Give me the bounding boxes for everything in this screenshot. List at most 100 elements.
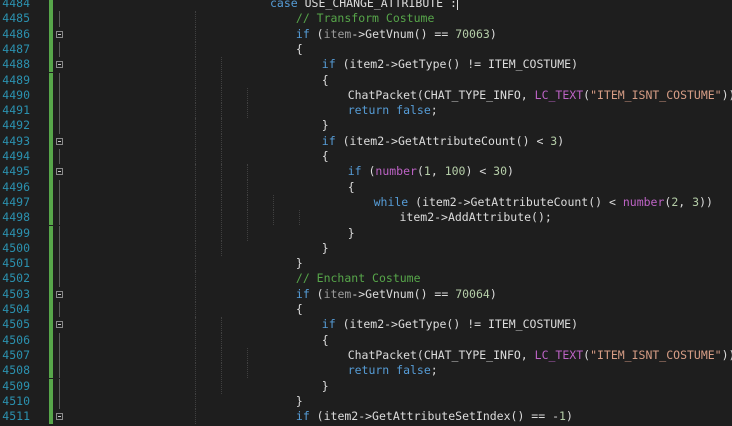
code-line[interactable]: 4487 { [0, 41, 732, 58]
code-line[interactable]: 4501} [0, 256, 732, 272]
code-token: return [347, 363, 397, 378]
line-number: 4508 [2, 363, 30, 378]
indent-guide [195, 225, 196, 241]
code-token: false [396, 103, 431, 118]
code-text[interactable]: return false; [348, 103, 438, 118]
code-text[interactable]: if (item->GetVnum() == 70063) [296, 27, 497, 42]
code-line[interactable]: 4506 { [0, 332, 732, 348]
code-text[interactable]: } [296, 394, 303, 409]
code-token: { [321, 149, 329, 163]
collapse-icon[interactable] [56, 321, 63, 329]
code-line[interactable]: 4508 return false; [0, 363, 732, 379]
code-line[interactable]: 4504 { [0, 302, 732, 318]
code-line[interactable]: 4486 if (item->GetVnum() == 70063) [0, 26, 732, 42]
code-text[interactable]: // Transform Costume [296, 11, 434, 26]
code-text[interactable]: { [322, 149, 329, 164]
indent-guide [220, 87, 222, 104]
code-text[interactable]: } [322, 379, 329, 394]
code-line[interactable]: 4492} [0, 118, 732, 134]
indent-guide [195, 393, 196, 410]
fold-guide-line [59, 302, 60, 318]
code-token: ) [507, 164, 514, 179]
change-indicator [49, 41, 53, 58]
indent-guide [220, 118, 222, 134]
code-token: ) < [465, 164, 494, 179]
code-text[interactable]: if (item2->GetAttributeSetIndex() == -1) [296, 409, 573, 424]
collapse-icon[interactable] [56, 30, 63, 38]
code-token: CHAT_TYPE_INFO [423, 87, 521, 102]
code-text[interactable]: if (item->GetVnum() == 70064) [296, 287, 497, 302]
code-text[interactable]: { [322, 73, 329, 88]
fold-guide-line [59, 393, 60, 410]
code-line[interactable]: 4505 if (item2->GetType() != ITEM_COSTUME… [0, 317, 732, 333]
indent-guide [195, 72, 196, 88]
indent-guide [195, 332, 196, 348]
code-text[interactable]: if (item2->GetType() != ITEM_COSTUME) [322, 57, 578, 72]
code-line[interactable]: 4494 { [0, 149, 732, 165]
indent-guide [195, 179, 196, 195]
collapse-icon[interactable] [56, 168, 63, 176]
code-text[interactable]: } [296, 256, 303, 271]
code-line[interactable]: 4500} [0, 240, 732, 257]
code-line[interactable]: 4496 { [0, 179, 732, 195]
code-line[interactable]: 4498 item2->AddAttribute(); [0, 210, 732, 226]
code-line[interactable]: 4497 while (item2->GetAttributeCount() < … [0, 194, 732, 211]
indent-guide [195, 210, 196, 226]
code-text[interactable]: { [296, 302, 303, 317]
code-line[interactable]: 4495 if (number(1, 100) < 30) [0, 164, 732, 180]
line-number: 4497 [2, 194, 30, 209]
code-text[interactable]: case USE_CHANGE_ATTRIBUTE : [270, 0, 458, 11]
code-line[interactable]: 4490 ChatPacket(CHAT_TYPE_INFO, LC_TEXT("… [0, 87, 732, 104]
code-line[interactable]: 4507 ChatPacket(CHAT_TYPE_INFO, LC_TEXT("… [0, 347, 732, 364]
indent-guide [220, 378, 222, 394]
code-token: (item2->GetType() != [335, 57, 488, 72]
code-line[interactable]: 4484 case USE_CHANGE_ATTRIBUTE : [0, 0, 732, 12]
collapse-icon[interactable] [56, 290, 63, 298]
code-line[interactable]: 4509} [0, 378, 732, 394]
code-line[interactable]: 4485 // Transform Costume [0, 11, 732, 27]
code-text[interactable]: if (item2->GetType() != ITEM_COSTUME) [322, 317, 578, 332]
code-text[interactable]: { [348, 180, 355, 195]
code-line[interactable]: 4503 if (item->GetVnum() == 70064) [0, 286, 732, 302]
code-text[interactable]: while (item2->GetAttributeCount() < numb… [374, 195, 713, 210]
line-number: 4494 [2, 149, 30, 163]
code-token: if [321, 133, 336, 148]
code-token: if [321, 317, 336, 332]
code-text[interactable]: } [348, 226, 355, 241]
code-token: ChatPacket( [347, 87, 424, 102]
indent-guide [220, 347, 222, 364]
indent-guide [246, 347, 248, 364]
code-line[interactable]: 4511 if (item2->GetAttributeSetIndex() ==… [0, 409, 732, 425]
line-number: 4491 [2, 103, 30, 118]
code-editor[interactable]: 4484 case USE_CHANGE_ATTRIBUTE : 4485 // Tr… [0, 0, 732, 426]
indent-guide [220, 363, 222, 379]
code-line[interactable]: 4502 // Enchant Costume [0, 271, 732, 287]
change-indicator [49, 302, 53, 318]
collapse-icon[interactable] [56, 137, 63, 145]
code-text[interactable]: } [322, 241, 329, 256]
code-line[interactable]: 4499} [0, 225, 732, 241]
code-text[interactable]: ChatPacket(CHAT_TYPE_INFO, LC_TEXT("ITEM… [348, 88, 732, 103]
collapse-icon[interactable] [56, 413, 63, 421]
code-text[interactable]: } [322, 118, 329, 133]
code-text[interactable]: if (item2->GetAttributeCount() < 3) [322, 134, 564, 149]
code-token: { [295, 302, 303, 316]
code-text[interactable]: { [322, 333, 329, 348]
code-text[interactable]: // Enchant Costume [296, 271, 421, 286]
code-line[interactable]: 4491 return false; [0, 103, 732, 119]
code-text[interactable]: if (number(1, 100) < 30) [348, 164, 514, 179]
indent-guide [220, 133, 222, 149]
code-text[interactable]: { [296, 42, 303, 57]
fold-guide-line [59, 347, 60, 364]
code-text[interactable]: item2->AddAttribute(); [400, 210, 552, 225]
collapse-icon[interactable] [56, 61, 63, 69]
code-line[interactable]: 4489 { [0, 72, 732, 88]
code-token: } [321, 240, 329, 255]
code-line[interactable]: 4488 if (item2->GetType() != ITEM_COSTUME… [0, 57, 732, 73]
code-line[interactable]: 4510} [0, 393, 732, 410]
code-text[interactable]: ChatPacket(CHAT_TYPE_INFO, LC_TEXT("ITEM… [348, 348, 732, 363]
code-text[interactable]: return false; [348, 363, 438, 378]
code-line[interactable]: 4493 if (item2->GetAttributeCount() < 3) [0, 133, 732, 149]
indent-guide [195, 240, 196, 257]
change-indicator [49, 256, 53, 272]
